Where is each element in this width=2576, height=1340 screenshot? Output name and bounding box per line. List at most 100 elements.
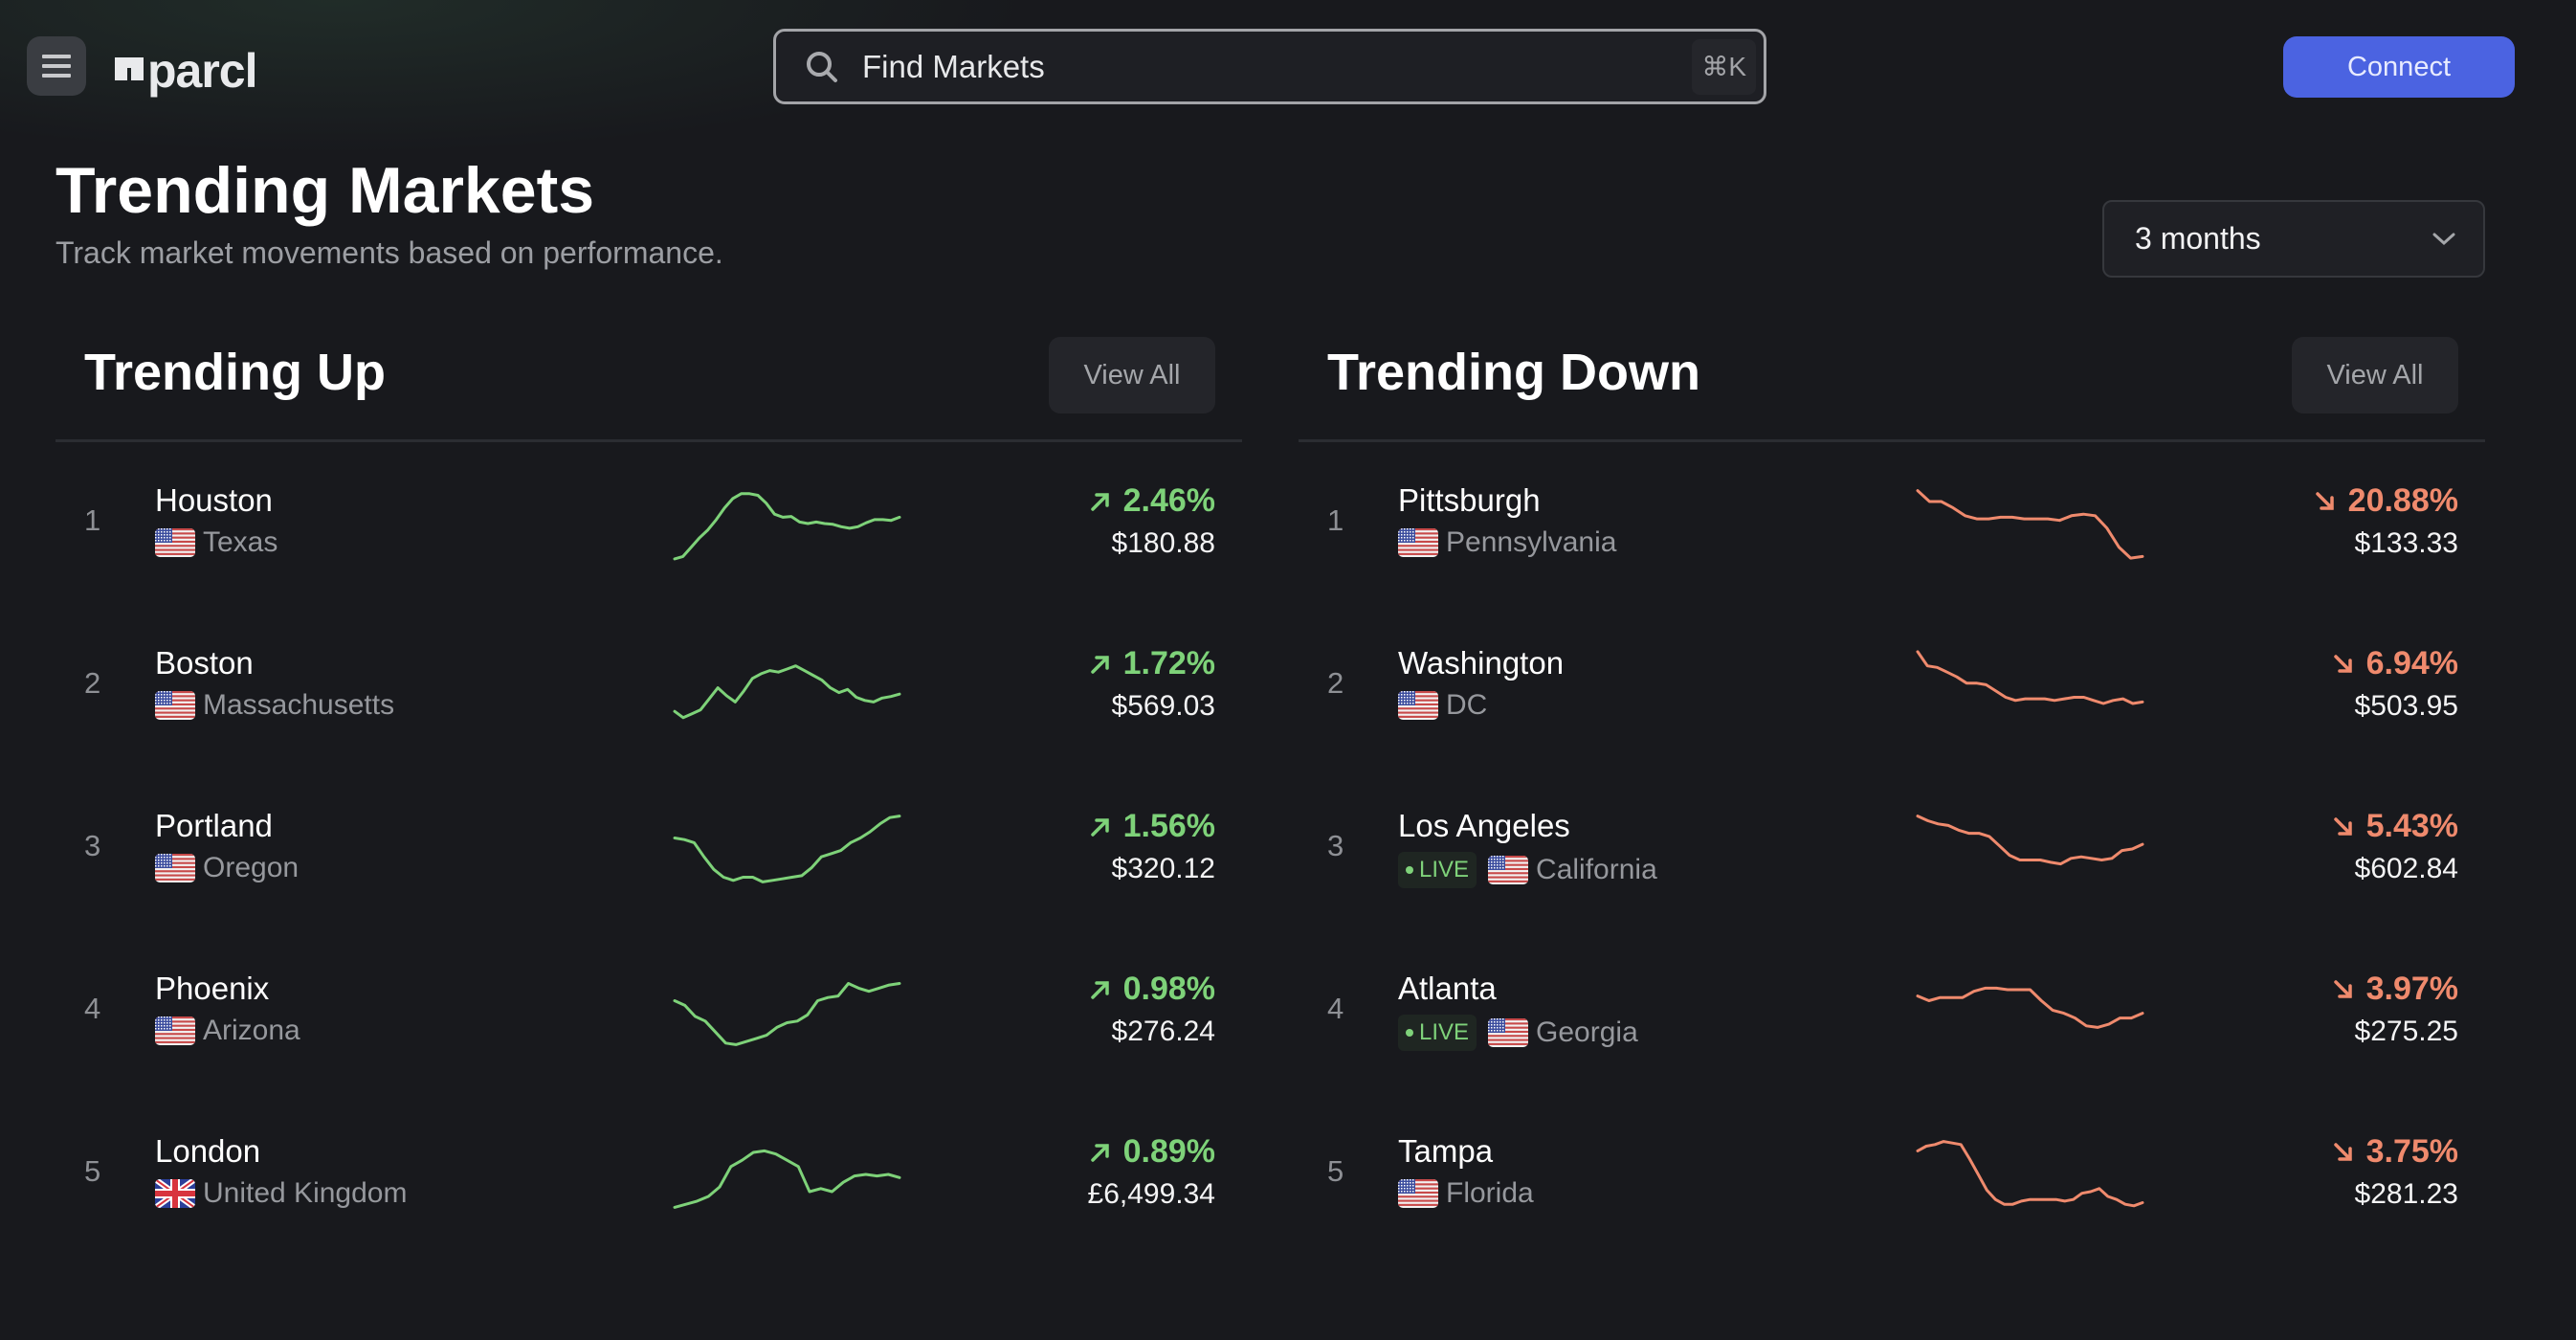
trending-up-panel: Trending Up View All 1 Houston Texas 2.46% $… [56, 325, 1242, 1256]
sparkline-chart [1916, 489, 2144, 560]
percent-change-value: 3.75% [2365, 1133, 2458, 1170]
search-input[interactable] [862, 48, 1693, 85]
percent-change-value: 1.72% [1122, 645, 1215, 681]
market-row[interactable]: 3 Portland Oregon 1.56% $320.12 [56, 768, 1242, 930]
percent-change-value: 3.97% [2365, 971, 2458, 1007]
location-meta: Florida [1398, 1177, 1534, 1210]
us-flag-icon [1398, 528, 1438, 557]
us-flag-icon [155, 854, 195, 882]
sparkline-path [673, 815, 901, 883]
market-row[interactable]: 2 Boston Massachusetts 1.72% $569.03 [56, 605, 1242, 768]
arrow-up-right-icon [1090, 655, 1109, 674]
price: $276.24 [1111, 1016, 1215, 1047]
market-row[interactable]: 1 Houston Texas 2.46% $180.88 [56, 442, 1242, 605]
search-bar[interactable]: ⌘K [773, 29, 1766, 104]
trending-down-title: Trending Down [1327, 344, 1700, 401]
percent-change-value: 0.89% [1122, 1133, 1215, 1170]
market-row[interactable]: 4 Atlanta LIVE Georgia 3.97% $275.25 [1299, 930, 2485, 1093]
market-row[interactable]: 5 London United Kingdom 0.89% £6,499.34 [56, 1093, 1242, 1256]
sparkline-path [1916, 1140, 2144, 1208]
location-meta: Pennsylvania [1398, 526, 1616, 559]
sparkline-path [673, 492, 901, 561]
arrow-down-right-icon [2333, 654, 2352, 673]
sparkline-chart [1916, 986, 2144, 1029]
view-all-up-button[interactable]: View All [1049, 337, 1215, 413]
region-name: Florida [1446, 1177, 1534, 1209]
city-name: Boston [155, 645, 254, 681]
live-label: LIVE [1419, 857, 1470, 882]
price: $503.95 [2354, 690, 2458, 722]
region-name: Oregon [203, 852, 300, 883]
time-range-value: 3 months [2135, 221, 2261, 256]
location-meta: DC [1398, 689, 1487, 722]
market-row[interactable]: 1 Pittsburgh Pennsylvania 20.88% $133.33 [1299, 442, 2485, 605]
page-title: Trending Markets [56, 154, 595, 227]
parcl-logo[interactable]: parcl [115, 42, 258, 100]
price: $275.25 [2354, 1016, 2458, 1047]
sparkline-path [1916, 815, 2144, 866]
percent-change-value: 1.56% [1122, 808, 1215, 844]
percent-change: 20.88% [2314, 482, 2458, 520]
live-badge: LIVE [1398, 1015, 1477, 1051]
live-label: LIVE [1419, 1019, 1470, 1045]
rank: 3 [1327, 829, 1344, 862]
city-name: Phoenix [155, 971, 270, 1006]
city-name: Washington [1398, 645, 1565, 681]
rank: 3 [84, 829, 101, 862]
market-row[interactable]: 5 Tampa Florida 3.75% $281.23 [1299, 1093, 2485, 1256]
rank: 5 [84, 1154, 101, 1188]
sparkline-chart [673, 664, 901, 720]
sparkline-path [1916, 650, 2144, 705]
region-name: Georgia [1536, 1016, 1638, 1048]
page-subtitle: Track market movements based on performa… [56, 235, 723, 270]
region-name: Texas [203, 526, 278, 558]
sparkline-chart [673, 815, 901, 883]
location-meta: LIVE Georgia [1398, 1015, 1638, 1051]
us-flag-icon [1398, 1179, 1438, 1208]
view-all-down-button[interactable]: View All [2292, 337, 2458, 413]
us-flag-icon [1488, 1018, 1529, 1047]
region-name: United Kingdom [203, 1177, 408, 1209]
percent-change: 3.75% [2332, 1133, 2458, 1171]
arrow-down-right-icon [2333, 816, 2352, 836]
location-meta: Texas [155, 526, 278, 559]
us-flag-icon [1398, 691, 1438, 720]
percent-change-value: 2.46% [1122, 482, 1215, 519]
percent-change: 5.43% [2332, 808, 2458, 845]
percent-change: 0.89% [1089, 1133, 1215, 1171]
rank: 1 [84, 503, 101, 537]
us-flag-icon [155, 1016, 195, 1045]
arrow-down-right-icon [2333, 979, 2352, 998]
live-dot-icon [1406, 1029, 1413, 1037]
time-range-select[interactable]: 3 months [2102, 200, 2485, 278]
city-name: Houston [155, 482, 273, 518]
sparkline-path [673, 1149, 901, 1209]
market-row[interactable]: 2 Washington DC 6.94% $503.95 [1299, 605, 2485, 768]
market-row[interactable]: 4 Phoenix Arizona 0.98% $276.24 [56, 930, 1242, 1093]
sparkline-chart [1916, 1140, 2144, 1208]
price: $602.84 [2354, 853, 2458, 884]
sparkline-path [1916, 986, 2144, 1029]
trending-up-list: 1 Houston Texas 2.46% $180.88 2 Boston Massachu… [56, 442, 1242, 1256]
city-name: Pittsburgh [1398, 482, 1541, 518]
sparkline-chart [673, 1149, 901, 1209]
percent-change: 1.56% [1089, 808, 1215, 845]
trending-up-header: Trending Up View All [56, 325, 1242, 442]
region-name: DC [1446, 689, 1488, 721]
sparkline-chart [1916, 815, 2144, 866]
connect-button[interactable]: Connect [2283, 36, 2515, 98]
arrow-up-right-icon [1090, 1143, 1109, 1162]
sparkline-path [1916, 489, 2144, 560]
percent-change: 1.72% [1089, 645, 1215, 682]
price: $180.88 [1111, 527, 1215, 559]
menu-button[interactable] [27, 36, 86, 96]
percent-change-value: 20.88% [2347, 482, 2458, 519]
sparkline-chart [1916, 650, 2144, 705]
sparkline-chart [673, 982, 901, 1046]
us-flag-icon [1488, 856, 1529, 884]
trending-down-header: Trending Down View All [1299, 325, 2485, 442]
region-name: Massachusetts [203, 689, 395, 721]
rank: 2 [84, 666, 101, 700]
arrow-up-right-icon [1090, 980, 1109, 999]
market-row[interactable]: 3 Los Angeles LIVE California 5.43% $602.84 [1299, 768, 2485, 930]
